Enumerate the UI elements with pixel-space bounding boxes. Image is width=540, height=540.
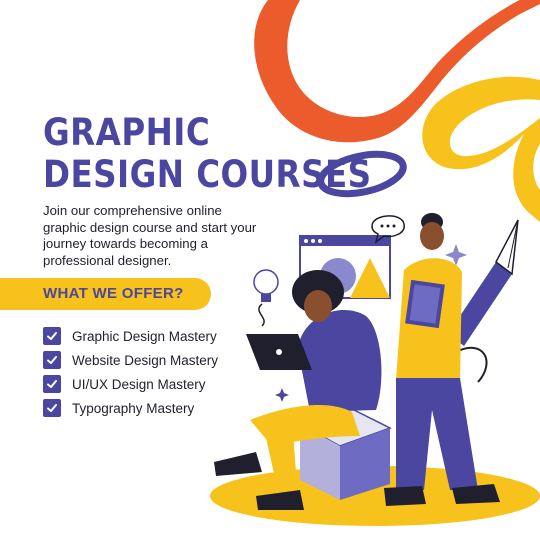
- checkbox-checked-icon: [43, 399, 61, 417]
- intro-paragraph: Join our comprehensive online graphic de…: [43, 203, 257, 268]
- title-line-2: DESIGN COURSES: [43, 153, 372, 196]
- feature-label: Graphic Design Mastery: [72, 328, 217, 344]
- feature-item: UI/UX Design Mastery: [43, 372, 218, 396]
- decorative-illustration: [210, 0, 540, 526]
- feature-list: Graphic Design Mastery Website Design Ma…: [43, 324, 218, 420]
- feature-item: Typography Mastery: [43, 396, 218, 420]
- feature-label: UI/UX Design Mastery: [72, 376, 206, 392]
- feature-label: Typography Mastery: [72, 400, 195, 416]
- checkbox-checked-icon: [43, 351, 61, 369]
- offer-banner: WHAT WE OFFER?: [0, 278, 211, 310]
- checkbox-checked-icon: [43, 327, 61, 345]
- offer-heading: WHAT WE OFFER?: [43, 285, 184, 302]
- course-poster: GRAPHIC DESIGN COURSES Join our comprehe…: [0, 0, 540, 540]
- feature-label: Website Design Mastery: [72, 352, 219, 368]
- page-title: GRAPHIC DESIGN COURSES: [43, 112, 372, 196]
- lightbulb-doodle: [253, 269, 279, 327]
- title-line-1: GRAPHIC: [43, 111, 211, 154]
- checkbox-checked-icon: [43, 375, 61, 393]
- standing-designer-figure: [384, 213, 500, 506]
- feature-item: Graphic Design Mastery: [43, 324, 218, 348]
- feature-item: Website Design Mastery: [43, 348, 218, 372]
